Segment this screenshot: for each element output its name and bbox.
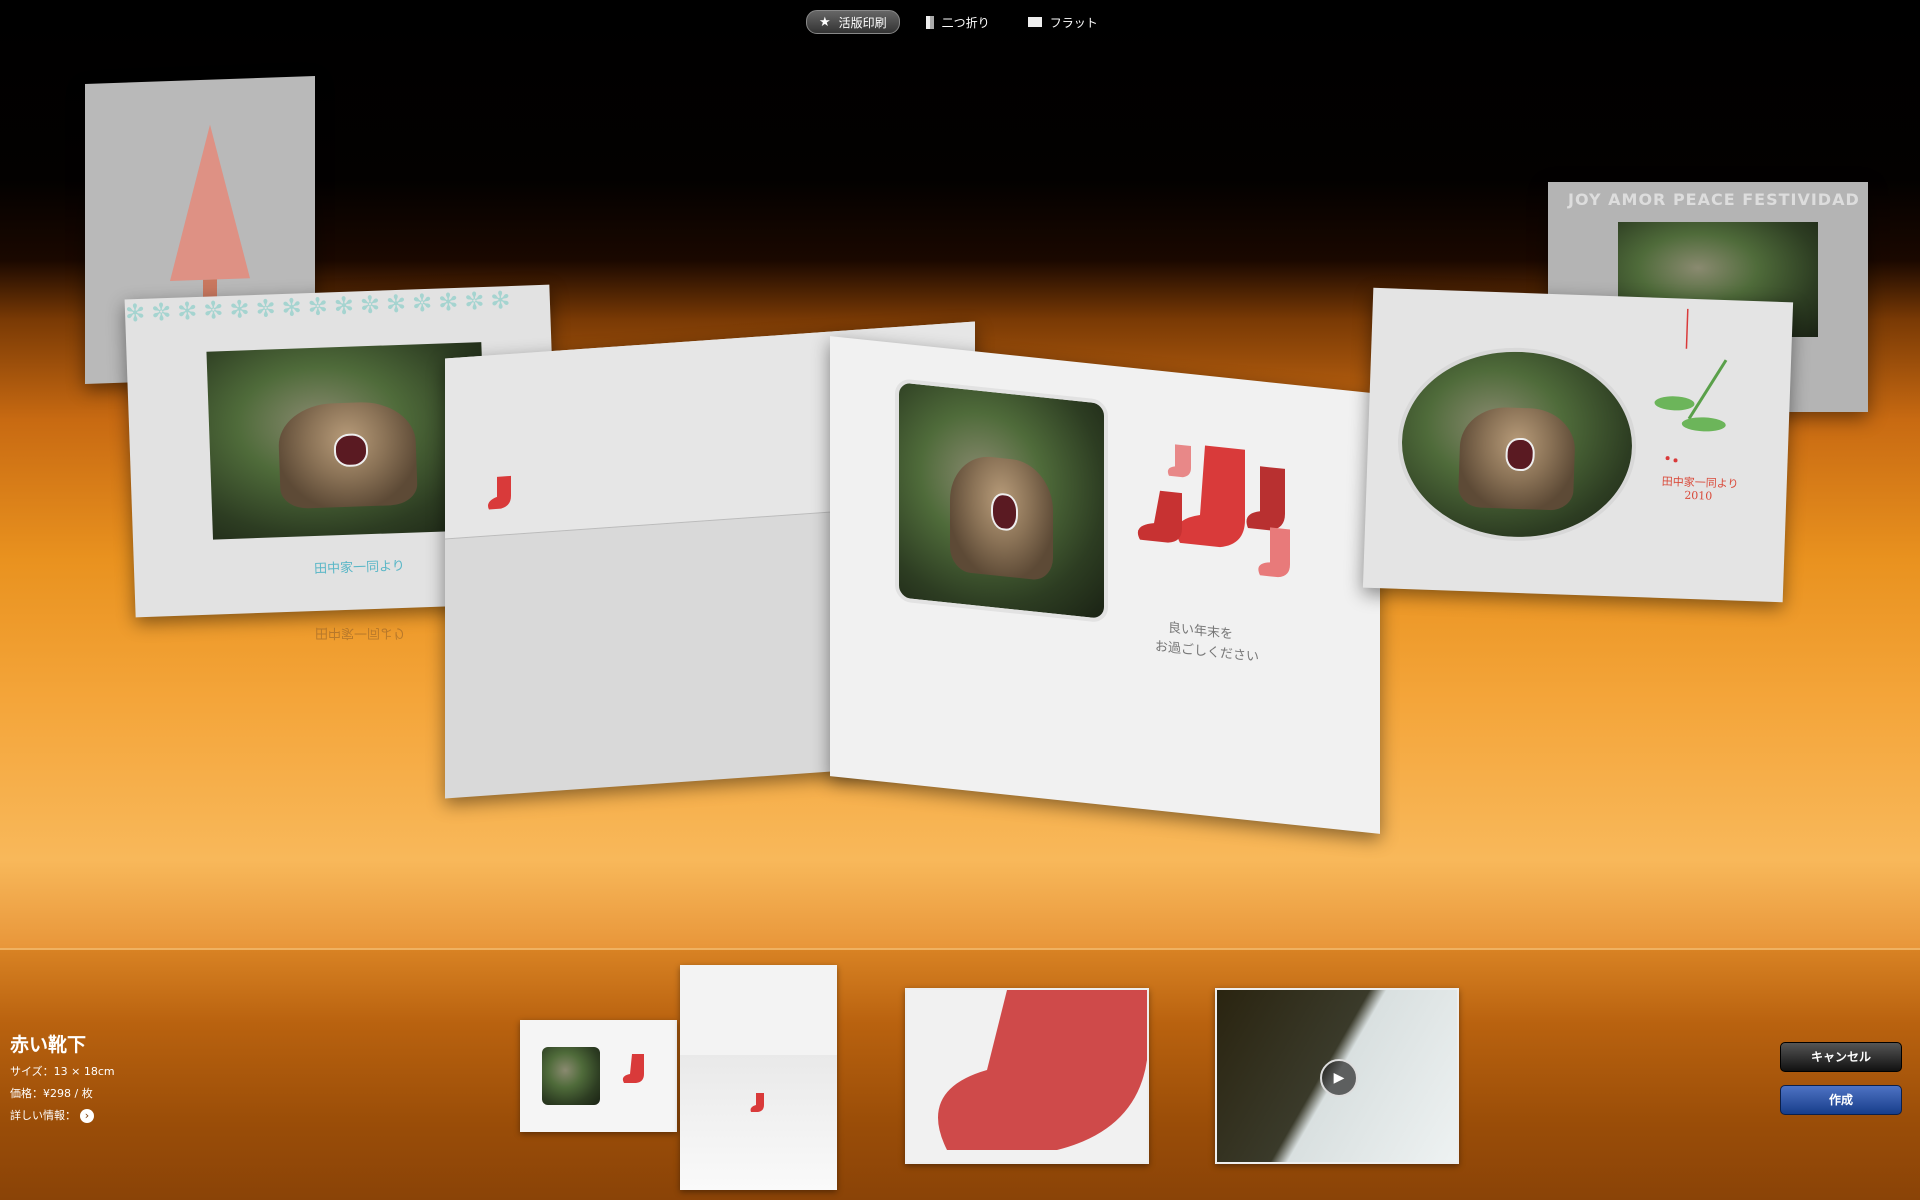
folded-mode[interactable]: 二つ折り [914, 11, 1002, 33]
product-price: 価格：¥298 / 枚 [10, 1085, 115, 1101]
arrow-right-icon[interactable]: › [80, 1109, 94, 1123]
product-info: 赤い靴下 サイズ：13 × 18cm 価格：¥298 / 枚 詳しい情報： › [10, 1030, 115, 1123]
stocking-closeup-icon [938, 990, 1147, 1150]
thumbnail-inside[interactable] [680, 965, 837, 1190]
flat-label: フラット [1049, 15, 1098, 30]
flat-mode[interactable]: フラット [1016, 11, 1110, 33]
letterpress-mode[interactable]: ★ 活版印刷 [806, 10, 900, 34]
mistletoe-icon [1654, 308, 1728, 463]
folded-label: 二つ折り [941, 15, 990, 30]
flat-card-icon [1027, 17, 1042, 27]
folded-card-icon [925, 15, 934, 29]
cat-image [277, 400, 419, 509]
thumbnail-front[interactable] [520, 1020, 677, 1132]
product-size: サイズ：13 × 18cm [10, 1065, 115, 1078]
card-mistletoe[interactable]: 田中家一同より 2010 [1362, 287, 1794, 603]
cat-image [1457, 405, 1576, 512]
stockings-thumb-icon [622, 1054, 644, 1083]
cat-image [950, 452, 1053, 582]
thumb-photo [542, 1047, 600, 1105]
card-photo [1394, 343, 1640, 545]
stockings-illustration [1137, 444, 1290, 578]
price-text: 価格：¥298 / 枚 [10, 1087, 93, 1100]
create-button[interactable]: 作成 [1780, 1085, 1902, 1115]
card-message: 田中家一同より [313, 558, 406, 578]
card-photo [895, 377, 1108, 624]
card-message-line2: お過ごしください [1155, 639, 1260, 666]
details-link[interactable]: 詳しい情報： [10, 1109, 76, 1122]
card-type-selector: ★ 活版印刷 二つ折り フラット [806, 10, 1110, 34]
thumbnail-closeup[interactable] [905, 988, 1149, 1164]
cancel-button[interactable]: キャンセル [1780, 1042, 1902, 1072]
thumbnail-video[interactable]: ▶ [1215, 988, 1459, 1164]
stocking-icon [488, 475, 511, 510]
words-pattern: JOY AMOR PEACE FESTIVIDAD [1568, 190, 1860, 209]
product-title: 赤い靴下 [10, 1034, 87, 1056]
stocking-thumb-icon [750, 1093, 764, 1112]
star-icon: ★ [819, 14, 831, 30]
card-message-line2: 2010 [1684, 488, 1713, 503]
card-red-stockings[interactable]: 良い年末を お過ごしください [830, 336, 1380, 834]
play-icon[interactable]: ▶ [1320, 1059, 1358, 1097]
letterpress-label: 活版印刷 [838, 15, 887, 30]
product-details[interactable]: 詳しい情報： › [10, 1107, 115, 1123]
card-reflection-text: 田中家一同より [315, 625, 406, 640]
